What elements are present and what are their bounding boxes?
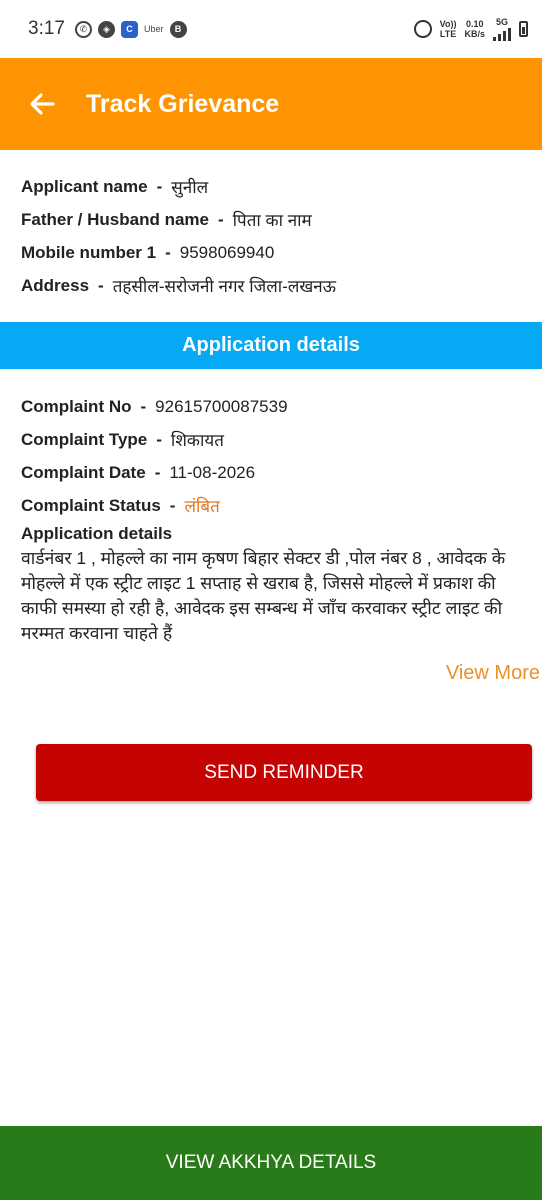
father-name-value: पिता का नाम [232, 211, 312, 230]
volte-bottom-text: LTE [439, 29, 457, 39]
complaint-no-row: Complaint No - 92615700087539 [21, 390, 536, 423]
compass-icon: ◈ [97, 20, 115, 38]
complaint-date-value: 11-08-2026 [169, 462, 256, 482]
address-row: Address - तहसील-सरोजनी नगर जिला-लखनऊ [21, 269, 531, 302]
back-arrow-icon[interactable] [24, 86, 60, 122]
address-label: Address [21, 275, 90, 295]
separator: - [154, 462, 161, 482]
complaint-status-label: Complaint Status [21, 495, 161, 515]
mobile-value: 9598069940 [179, 242, 275, 262]
network-indicator: 5G [493, 17, 511, 41]
speed-value: 0.10 [465, 19, 484, 29]
alarm-icon [413, 20, 432, 38]
separator: - [156, 176, 163, 196]
separator: - [169, 495, 176, 515]
battery-icon [519, 21, 528, 37]
applicant-name-label: Applicant name [21, 176, 148, 196]
complaint-no-value: 92615700087539 [155, 396, 288, 416]
application-details-label: Application details [21, 524, 173, 543]
status-time: 3:17 [28, 18, 65, 39]
father-name-row: Father / Husband name - पिता का नाम [21, 203, 531, 236]
whatsapp-icon: ✆ [74, 20, 92, 38]
volte-top-text: Vo)) [439, 19, 457, 29]
mobile-label: Mobile number 1 [21, 242, 157, 262]
uber-icon: Uber [143, 24, 164, 34]
complaint-type-label: Complaint Type [21, 429, 148, 449]
complaint-status-row: Complaint Status - लंबित [21, 489, 536, 522]
app-header: Track Grievance [0, 58, 542, 150]
mobile-row: Mobile number 1 - 9598069940 [21, 236, 531, 269]
send-reminder-button[interactable]: SEND REMINDER [36, 744, 532, 801]
c-app-icon: C [120, 20, 138, 38]
network-type: 5G [495, 17, 508, 27]
separator: - [156, 429, 162, 449]
complaint-date-label: Complaint Date [21, 462, 146, 482]
complaint-date-row: Complaint Date - 11-08-2026 [21, 456, 536, 489]
separator: - [165, 242, 171, 262]
address-value: तहसील-सरोजनी नगर जिला-लखनऊ [112, 277, 337, 296]
volte-indicator: Vo)) LTE [440, 19, 457, 39]
status-bar: 3:17 ✆ ◈ C Uber B Vo)) LTE 0.10 KB/s 5G [0, 0, 542, 58]
separator: - [140, 396, 147, 416]
application-details-text: वार्डनंबर 1 , मोहल्ले का नाम कृषण बिहार … [21, 548, 506, 643]
system-icons: Vo)) LTE 0.10 KB/s 5G [413, 17, 528, 41]
applicant-name-value: सुनील [171, 178, 209, 197]
father-name-label: Father / Husband name [21, 209, 209, 229]
speed-unit: KB/s [464, 29, 485, 39]
signal-icon [493, 27, 511, 41]
complaint-no-label: Complaint No [21, 396, 132, 416]
complaint-details: Complaint No - 92615700087539 Complaint … [21, 390, 536, 646]
complaint-type-row: Complaint Type - शिकायत [21, 423, 536, 456]
application-details-header: Application details [0, 322, 542, 369]
speed-indicator: 0.10 KB/s [464, 19, 485, 39]
complaint-status-value: लंबित [184, 497, 220, 516]
applicant-info: Applicant name - सुनील Father / Husband … [21, 170, 531, 302]
view-more-link[interactable]: View More [446, 662, 540, 685]
separator: - [98, 275, 104, 295]
complaint-type-value: शिकायत [170, 431, 224, 450]
view-akkhya-details-button[interactable]: VIEW AKKHYA DETAILS [0, 1126, 542, 1200]
notification-icons: ✆ ◈ C Uber B [74, 20, 187, 38]
whatsapp-business-icon: B [169, 20, 187, 38]
separator: - [217, 209, 224, 229]
page-title: Track Grievance [86, 89, 280, 118]
applicant-name-row: Applicant name - सुनील [21, 170, 531, 203]
